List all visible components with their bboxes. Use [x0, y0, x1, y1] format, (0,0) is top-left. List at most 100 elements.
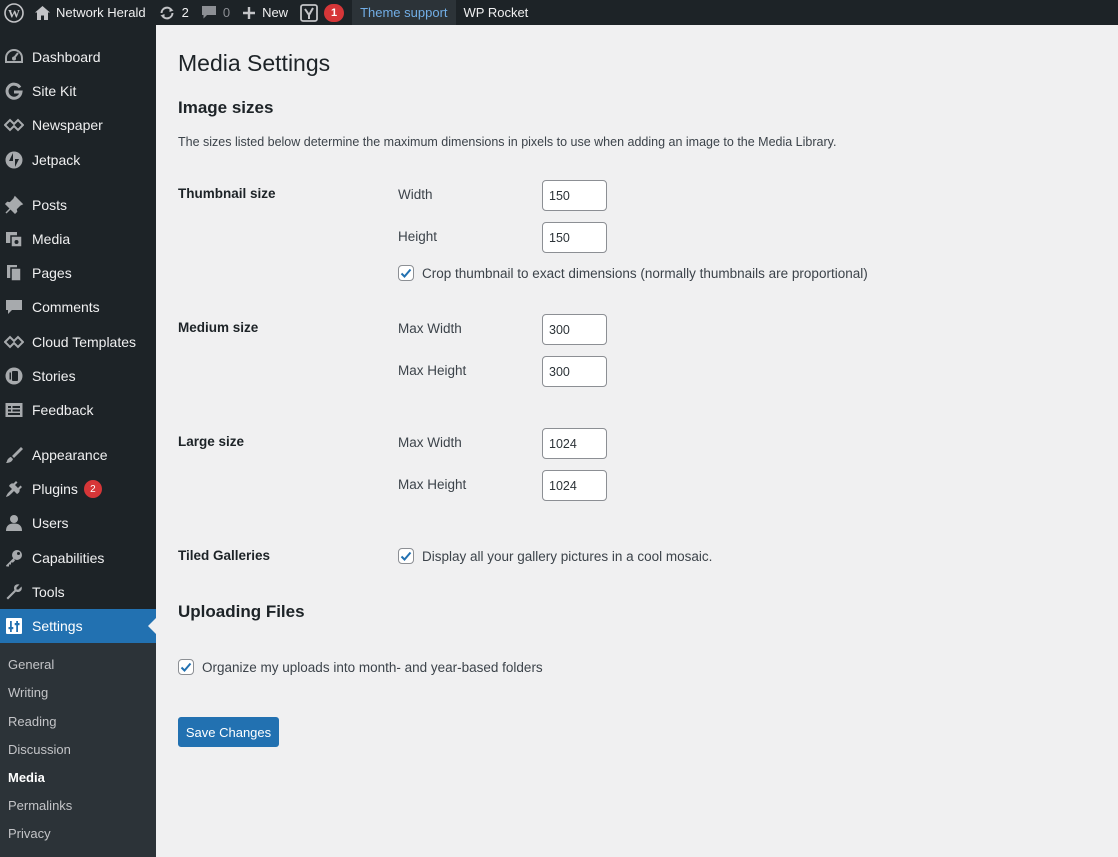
stories-icon	[4, 366, 24, 386]
large-max-height-label: Max Height	[398, 477, 467, 492]
sidebar-item-posts[interactable]: Posts	[0, 188, 156, 222]
organize-uploads-checkbox[interactable]	[178, 659, 194, 675]
svg-text:W: W	[8, 6, 20, 20]
google-g-icon	[4, 81, 24, 101]
submenu-item-writing[interactable]: Writing	[8, 682, 48, 702]
brush-icon	[4, 445, 24, 465]
media-icon	[4, 229, 24, 249]
save-changes-button[interactable]: Save Changes	[178, 717, 279, 747]
checkmark-icon	[180, 662, 192, 672]
sidebar-item-jetpack[interactable]: Jetpack	[0, 143, 156, 177]
sidebar-item-capabilities[interactable]: Capabilities	[0, 541, 156, 575]
submenu-item-media[interactable]: Media	[8, 767, 45, 787]
sidebar-item-label: Stories	[32, 368, 76, 384]
updates-icon	[160, 6, 174, 19]
sidebar-item-media[interactable]: Media	[0, 222, 156, 256]
sidebar-item-tools[interactable]: Tools	[0, 575, 156, 609]
uploading-files-heading: Uploading Files	[178, 602, 305, 621]
tiled-galleries-checkbox-label: Display all your gallery pictures in a c…	[422, 548, 713, 564]
sidebar-item-label: Settings	[32, 618, 83, 634]
sidebar-item-appearance[interactable]: Appearance	[0, 438, 156, 472]
sidebar-item-users[interactable]: Users	[0, 506, 156, 540]
wp-rocket-link[interactable]: WP Rocket	[456, 0, 537, 25]
wordpress-logo-link[interactable]: W	[0, 0, 26, 25]
comment-bubble-icon	[201, 6, 216, 19]
medium-max-height-input[interactable]	[542, 356, 607, 387]
new-content-link[interactable]: New	[236, 0, 294, 25]
image-sizes-heading: Image sizes	[178, 98, 274, 117]
dashboard-icon	[4, 47, 24, 67]
submenu-item-permalinks[interactable]: Permalinks	[8, 795, 72, 815]
sidebar-item-label: Pages	[32, 265, 72, 281]
medium-size-label: Medium size	[178, 320, 259, 335]
comments-count: 0	[222, 5, 231, 20]
settings-submenu: General Writing Reading Discussion Media…	[0, 643, 156, 857]
wordpress-logo-icon: W	[4, 2, 24, 23]
crop-thumbnail-label: Crop thumbnail to exact dimensions (norm…	[422, 265, 868, 281]
theme-support-link[interactable]: Theme support	[352, 0, 456, 25]
diamond-icon	[4, 332, 24, 352]
plugins-update-badge: 2	[83, 480, 102, 498]
sidebar-item-label: Appearance	[32, 447, 108, 463]
updates-link[interactable]: 2	[152, 0, 195, 25]
submenu-item-reading[interactable]: Reading	[8, 711, 56, 731]
sidebar-item-label: Users	[32, 515, 69, 531]
site-name-link[interactable]: Network Herald	[26, 0, 152, 25]
admin-sidebar: Dashboard Site Kit Newspaper Jetpack Pos…	[0, 25, 156, 857]
sidebar-item-settings[interactable]: Settings	[0, 609, 156, 643]
updates-count: 2	[181, 5, 189, 20]
sidebar-item-label: Tools	[32, 584, 65, 600]
comments-link[interactable]: 0	[195, 0, 236, 25]
sidebar-item-feedback[interactable]: Feedback	[0, 393, 156, 427]
checkmark-icon	[400, 551, 412, 561]
medium-max-width-input[interactable]	[542, 314, 607, 345]
site-name-label: Network Herald	[56, 5, 146, 20]
large-max-height-input[interactable]	[542, 470, 607, 501]
submenu-item-privacy[interactable]: Privacy	[8, 823, 51, 843]
sidebar-item-label: Cloud Templates	[32, 334, 137, 350]
sidebar-item-dashboard[interactable]: Dashboard	[0, 40, 156, 74]
large-size-label: Large size	[178, 434, 245, 449]
sidebar-item-label: Media	[32, 231, 71, 247]
sidebar-item-label: Newspaper	[32, 117, 103, 133]
thumbnail-height-input[interactable]	[542, 222, 607, 253]
page-title: Media Settings	[178, 50, 331, 76]
plug-icon	[4, 479, 24, 499]
large-max-width-input[interactable]	[542, 428, 607, 459]
sidebar-item-stories[interactable]: Stories	[0, 359, 156, 393]
sidebar-item-pages[interactable]: Pages	[0, 256, 156, 290]
settings-icon	[4, 616, 24, 636]
sidebar-item-comments[interactable]: Comments	[0, 290, 156, 324]
new-label: New	[262, 5, 289, 20]
plus-icon	[243, 6, 256, 19]
comment-icon	[4, 297, 24, 317]
tiled-galleries-label: Tiled Galleries	[178, 548, 271, 563]
organize-uploads-option: Organize my uploads into month- and year…	[178, 659, 543, 675]
sidebar-item-label: Feedback	[32, 402, 94, 418]
submenu-item-general[interactable]: General	[8, 654, 54, 674]
thumbnail-width-input[interactable]	[542, 180, 607, 211]
sidebar-item-cloud-templates[interactable]: Cloud Templates	[0, 325, 156, 359]
yoast-notification-badge: 1	[324, 3, 345, 22]
feedback-icon	[4, 400, 24, 420]
sidebar-item-label: Posts	[32, 197, 68, 213]
admin-bar: W Network Herald 2 0 New 1 Theme support…	[0, 0, 1118, 25]
tiled-galleries-checkbox[interactable]	[398, 548, 414, 564]
sidebar-item-label: Dashboard	[32, 49, 101, 65]
medium-max-width-label: Max Width	[398, 321, 462, 336]
sidebar-item-label: Capabilities	[32, 550, 105, 566]
yoast-icon	[300, 3, 318, 22]
sidebar-item-plugins[interactable]: Plugins 2	[0, 472, 156, 506]
sidebar-item-site-kit[interactable]: Site Kit	[0, 74, 156, 108]
large-max-width-label: Max Width	[398, 435, 462, 450]
checkmark-icon	[400, 268, 412, 278]
image-sizes-description: The sizes listed below determine the max…	[178, 135, 837, 149]
sidebar-item-newspaper[interactable]: Newspaper	[0, 108, 156, 142]
sidebar-item-label: Comments	[32, 299, 100, 315]
jetpack-icon	[4, 150, 24, 170]
tiled-galleries-option: Display all your gallery pictures in a c…	[398, 548, 712, 564]
submenu-item-discussion[interactable]: Discussion	[8, 739, 71, 759]
crop-thumbnail-option: Crop thumbnail to exact dimensions (norm…	[398, 265, 868, 281]
yoast-seo-link[interactable]: 1	[294, 0, 352, 25]
crop-thumbnail-checkbox[interactable]	[398, 265, 414, 281]
